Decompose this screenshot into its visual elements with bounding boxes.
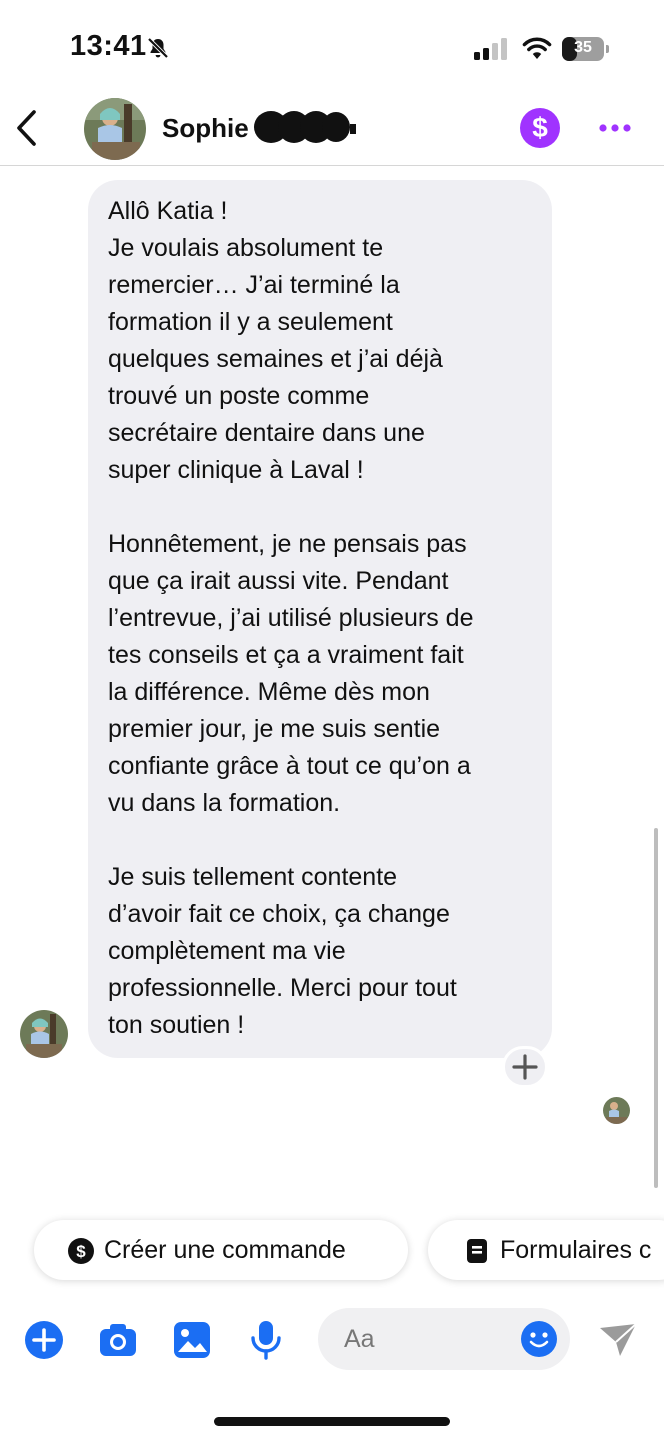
forms-chip[interactable]: Formulaires c	[428, 1220, 664, 1280]
message-line: tes conseils et ça a vraiment fait	[108, 641, 464, 669]
create-order-chip[interactable]: $ Créer une commande	[34, 1220, 408, 1280]
message-line: Allô Katia !	[108, 197, 228, 225]
message-line: que ça irait aussi vite. Pendant	[108, 567, 449, 595]
battery-indicator: 35	[562, 37, 610, 61]
message-line: remercier… J’ai terminé la	[108, 271, 400, 299]
message-line: Honnêtement, je ne pensais pas	[108, 530, 467, 558]
sender-avatar	[20, 1010, 68, 1058]
message-line: d’avoir fait ce choix, ça change	[108, 900, 450, 928]
battery-percentage: 35	[574, 39, 592, 56]
message-input[interactable]: Aa	[318, 1308, 570, 1370]
emoji-icon[interactable]	[520, 1320, 558, 1358]
cellular-signal-icon	[474, 38, 507, 60]
add-reaction-button[interactable]	[502, 1046, 548, 1088]
message-line: professionnelle. Merci pour tout	[108, 974, 457, 1002]
camera-icon[interactable]	[98, 1320, 138, 1360]
header-divider	[0, 165, 664, 166]
dollar-circle-icon: $	[68, 1238, 94, 1264]
forms-label: Formulaires c	[500, 1236, 652, 1264]
redaction-scribble	[254, 111, 356, 143]
message-line: quelques semaines et j’ai déjà	[108, 345, 443, 373]
send-icon[interactable]	[598, 1320, 638, 1360]
chevron-left-icon[interactable]	[14, 108, 40, 148]
seen-receipt-avatar	[603, 1097, 630, 1124]
message-line: formation il y a seulement	[108, 308, 393, 336]
message-line: super clinique à Laval !	[108, 456, 364, 484]
home-indicator[interactable]	[214, 1417, 450, 1426]
message-line: l’entrevue, j’ai utilisé plusieurs de	[108, 604, 474, 632]
document-icon	[467, 1239, 487, 1263]
create-order-label: Créer une commande	[104, 1236, 346, 1264]
bell-muted-icon	[147, 37, 169, 59]
scrollbar[interactable]	[654, 828, 658, 1188]
message-line: confiante grâce à tout ce qu’on a	[108, 752, 471, 780]
message-line: complètement ma vie	[108, 937, 346, 965]
microphone-icon[interactable]	[246, 1320, 286, 1360]
message-line: ton soutien !	[108, 1011, 245, 1039]
status-time: 13:41	[70, 30, 147, 62]
wifi-icon	[522, 37, 552, 59]
contact-avatar[interactable]	[84, 98, 146, 160]
message-placeholder: Aa	[344, 1325, 375, 1353]
message-line: trouvé un poste comme	[108, 382, 370, 410]
plus-icon[interactable]	[24, 1320, 64, 1360]
payment-button[interactable]: $	[520, 108, 560, 148]
message-line: secrétaire dentaire dans une	[108, 419, 425, 447]
contact-name[interactable]: Sophie	[162, 113, 249, 144]
gallery-icon[interactable]	[172, 1320, 212, 1360]
plus-icon	[512, 1054, 538, 1080]
svg-text:$: $	[76, 1242, 86, 1261]
message-line: premier jour, je me suis sentie	[108, 715, 441, 743]
more-dots-icon[interactable]	[598, 118, 632, 138]
message-line: Je suis tellement contente	[108, 863, 398, 891]
message-line: vu dans la formation.	[108, 789, 341, 817]
message-line: la différence. Même dès mon	[108, 678, 430, 706]
message-line: Je voulais absolument te	[108, 234, 384, 262]
